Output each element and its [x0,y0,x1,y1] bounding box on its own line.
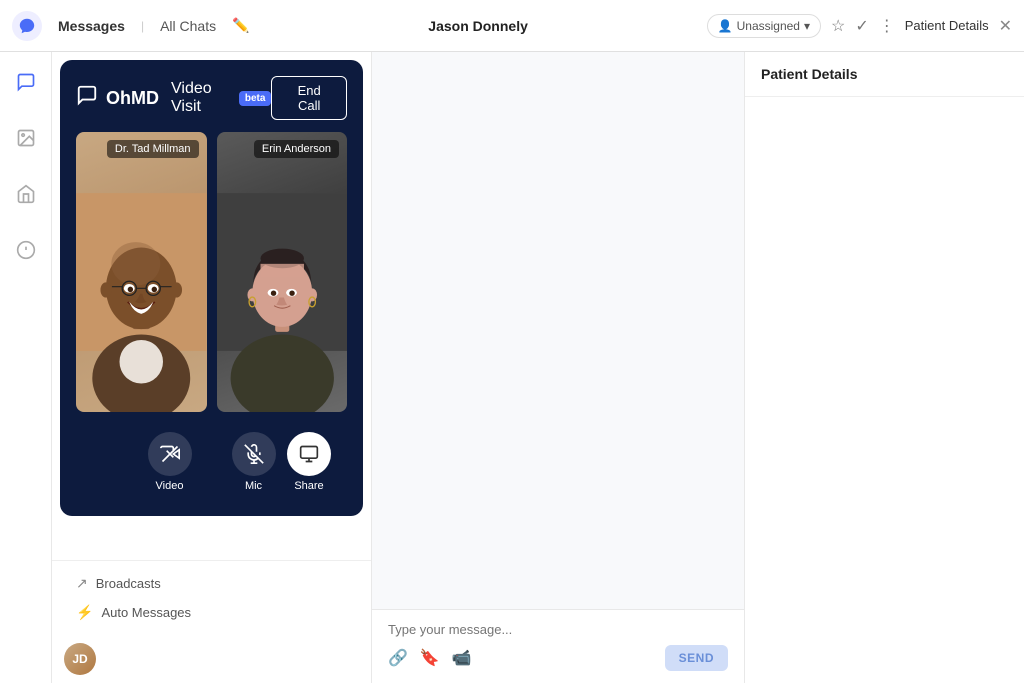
star-icon[interactable]: ☆ [831,16,845,36]
chat-message-input[interactable] [388,622,728,637]
top-bar-right-actions: 👤 Unassigned ▾ ☆ ✓ ⋮ Patient Details ✕ [707,14,1012,38]
video-visit-label: Video Visit [171,80,231,116]
separator: | [141,19,144,33]
chat-list-panel: OhMD Video Visit beta End Call [52,52,372,683]
video-message-icon[interactable]: 📹 [452,648,472,668]
close-panel-icon[interactable]: ✕ [999,16,1012,36]
messages-nav[interactable]: Messages [58,18,125,34]
chat-toolbar-left: 🔗 🔖 📹 [388,648,472,668]
patient-details-title: Patient Details [761,66,857,82]
right-panel-header: Patient Details [745,52,1024,97]
user-avatar[interactable]: JD [64,643,96,675]
auto-messages-label: Auto Messages [101,605,191,620]
user-icon: 👤 [718,19,733,33]
chevron-down-icon: ▾ [804,19,810,33]
chat-main-area: 🔗 🔖 📹 SEND [372,52,744,683]
brand-icon [76,84,98,112]
unassigned-label: Unassigned [737,19,800,33]
send-button[interactable]: SEND [665,645,728,671]
check-icon[interactable]: ✓ [855,16,868,36]
brand-name: OhMD [106,88,159,109]
mic-toggle-button[interactable]: Mic [232,432,276,492]
attachment-icon[interactable]: 🔗 [388,648,408,668]
sidebar-info-icon[interactable] [8,232,44,268]
chat-bottom [52,524,371,560]
chat-input-area: 🔗 🔖 📹 SEND [372,609,744,683]
sidebar-chat-icon[interactable] [8,64,44,100]
video-call-header: OhMD Video Visit beta End Call [76,76,347,120]
auto-messages-icon: ⚡ [76,604,93,621]
patient-name-label: Erin Anderson [254,140,339,158]
patient-details-label: Patient Details [905,18,989,33]
doctor-name-label: Dr. Tad Millman [107,140,199,158]
end-call-button[interactable]: End Call [271,76,347,120]
video-toggle-button[interactable]: Video [148,432,192,492]
bookmark-icon[interactable]: 🔖 [420,648,440,668]
share-button[interactable]: Share [287,432,331,492]
app-logo [12,11,42,41]
top-bar: Messages | All Chats ✏️ Jason Donnely 👤 … [0,0,1024,52]
share-label: Share [294,480,323,492]
right-panel: Patient Details [744,52,1024,683]
patient-name-header: Jason Donnely [266,18,691,34]
doctor-video-feed: Dr. Tad Millman [76,132,207,412]
broadcasts-label: Broadcasts [96,576,161,591]
compose-icon[interactable]: ✏️ [232,17,249,34]
unassigned-button[interactable]: 👤 Unassigned ▾ [707,14,821,38]
beta-badge: beta [239,91,272,106]
video-feeds: Dr. Tad Millman [76,132,347,412]
video-controls: Video Mic [76,424,347,500]
more-options-icon[interactable]: ⋮ [879,16,895,36]
mic-label: Mic [245,480,262,492]
chat-footer: ↗ Broadcasts ⚡ Auto Messages [52,560,371,635]
sidebar-home-icon[interactable] [8,176,44,212]
broadcasts-item[interactable]: ↗ Broadcasts [64,569,359,598]
video-label: Video [156,480,184,492]
share-icon [287,432,331,476]
video-off-icon [148,432,192,476]
chat-toolbar: 🔗 🔖 📹 SEND [388,645,728,671]
avatar-area: JD [52,635,371,683]
left-sidebar [0,52,52,683]
sidebar-image-icon[interactable] [8,120,44,156]
auto-messages-item[interactable]: ⚡ Auto Messages [64,598,359,627]
patient-video-feed: Erin Anderson [217,132,348,412]
mic-off-icon [232,432,276,476]
broadcasts-icon: ↗ [76,575,88,592]
main-layout: OhMD Video Visit beta End Call [0,52,1024,683]
all-chats-nav[interactable]: All Chats [160,18,216,34]
video-brand: OhMD Video Visit beta [76,80,271,116]
video-call-container: OhMD Video Visit beta End Call [60,60,363,516]
